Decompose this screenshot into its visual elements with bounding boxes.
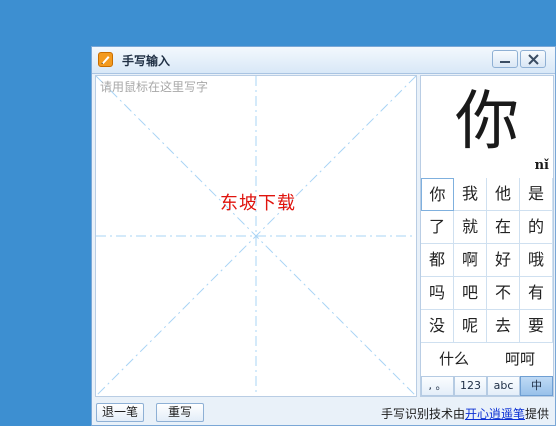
watermark-text: 东坡下载 <box>220 193 296 214</box>
credit-prefix: 手写识别技术由 <box>380 407 465 421</box>
preview-char: 你 <box>455 85 519 159</box>
window-title: 手写输入 <box>122 54 171 68</box>
input-mode-bar: , 。 123 abc 中 <box>421 376 553 396</box>
candidate-cell[interactable]: 都 <box>421 244 454 277</box>
candidate-cell[interactable]: 的 <box>520 211 553 244</box>
candidate-cell[interactable]: 是 <box>520 178 553 211</box>
mode-letters-button[interactable]: abc <box>487 376 520 396</box>
candidate-cell[interactable]: 没 <box>421 310 454 343</box>
candidate-cell[interactable]: 他 <box>487 178 520 211</box>
candidate-cell[interactable]: 吗 <box>421 277 454 310</box>
minimize-button[interactable] <box>492 50 518 68</box>
title-bar[interactable]: 手写输入 <box>92 47 555 74</box>
recognition-panel: 你 nǐ 你 我 他 是 了 就 在 的 都 啊 好 哦 吗 吧 不 有 没 呢… <box>420 75 554 397</box>
close-button[interactable] <box>520 50 546 68</box>
candidate-cell[interactable]: 你 <box>421 178 454 211</box>
candidate-cell[interactable]: 好 <box>487 244 520 277</box>
rewrite-button[interactable]: 重写 <box>156 403 204 422</box>
candidate-cell[interactable]: 啊 <box>454 244 487 277</box>
candidate-cell[interactable]: 我 <box>454 178 487 211</box>
candidate-cell[interactable]: 要 <box>520 310 553 343</box>
phrase-candidate[interactable]: 呵呵 <box>487 343 553 375</box>
preview-pinyin: nǐ <box>534 158 549 173</box>
candidate-cell[interactable]: 就 <box>454 211 487 244</box>
candidate-cell[interactable]: 在 <box>487 211 520 244</box>
handwriting-input-window: 手写输入 请用鼠标在这里写字 东坡下载 你 nǐ 你 我 他 是 了 就 在 的… <box>91 46 556 426</box>
candidate-cell[interactable]: 吧 <box>454 277 487 310</box>
credit-suffix: 提供 <box>524 407 549 421</box>
mode-numbers-button[interactable]: 123 <box>454 376 487 396</box>
phrase-candidate[interactable]: 什么 <box>421 343 487 375</box>
canvas-hint: 请用鼠标在这里写字 <box>100 80 209 94</box>
candidate-cell[interactable]: 有 <box>520 277 553 310</box>
credit-link[interactable]: 开心逍遥笔 <box>465 407 525 421</box>
bottom-toolbar: 退一笔 重写 手写识别技术由开心逍遥笔提供 <box>92 399 555 425</box>
mode-punctuation-button[interactable]: , 。 <box>421 376 454 396</box>
candidate-cell[interactable]: 了 <box>421 211 454 244</box>
candidate-cell[interactable]: 哦 <box>520 244 553 277</box>
undo-stroke-button[interactable]: 退一笔 <box>96 403 144 422</box>
writing-canvas[interactable]: 请用鼠标在这里写字 东坡下载 <box>95 75 417 397</box>
candidate-cell[interactable]: 呢 <box>454 310 487 343</box>
candidate-cell[interactable]: 去 <box>487 310 520 343</box>
close-icon <box>528 54 539 65</box>
credit-text: 手写识别技术由开心逍遥笔提供 <box>381 405 549 422</box>
minimize-icon <box>500 61 510 63</box>
candidate-cell[interactable]: 不 <box>487 277 520 310</box>
pen-icon <box>98 52 113 67</box>
guide-lines <box>96 76 416 396</box>
mode-chinese-button[interactable]: 中 <box>520 376 553 396</box>
